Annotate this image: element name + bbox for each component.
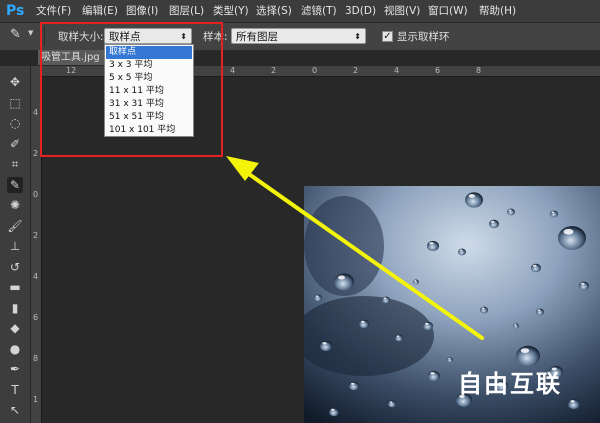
- watermark-text: 自由互联: [458, 370, 562, 398]
- annotation-arrow: [226, 156, 484, 340]
- arrow-line: [244, 170, 484, 340]
